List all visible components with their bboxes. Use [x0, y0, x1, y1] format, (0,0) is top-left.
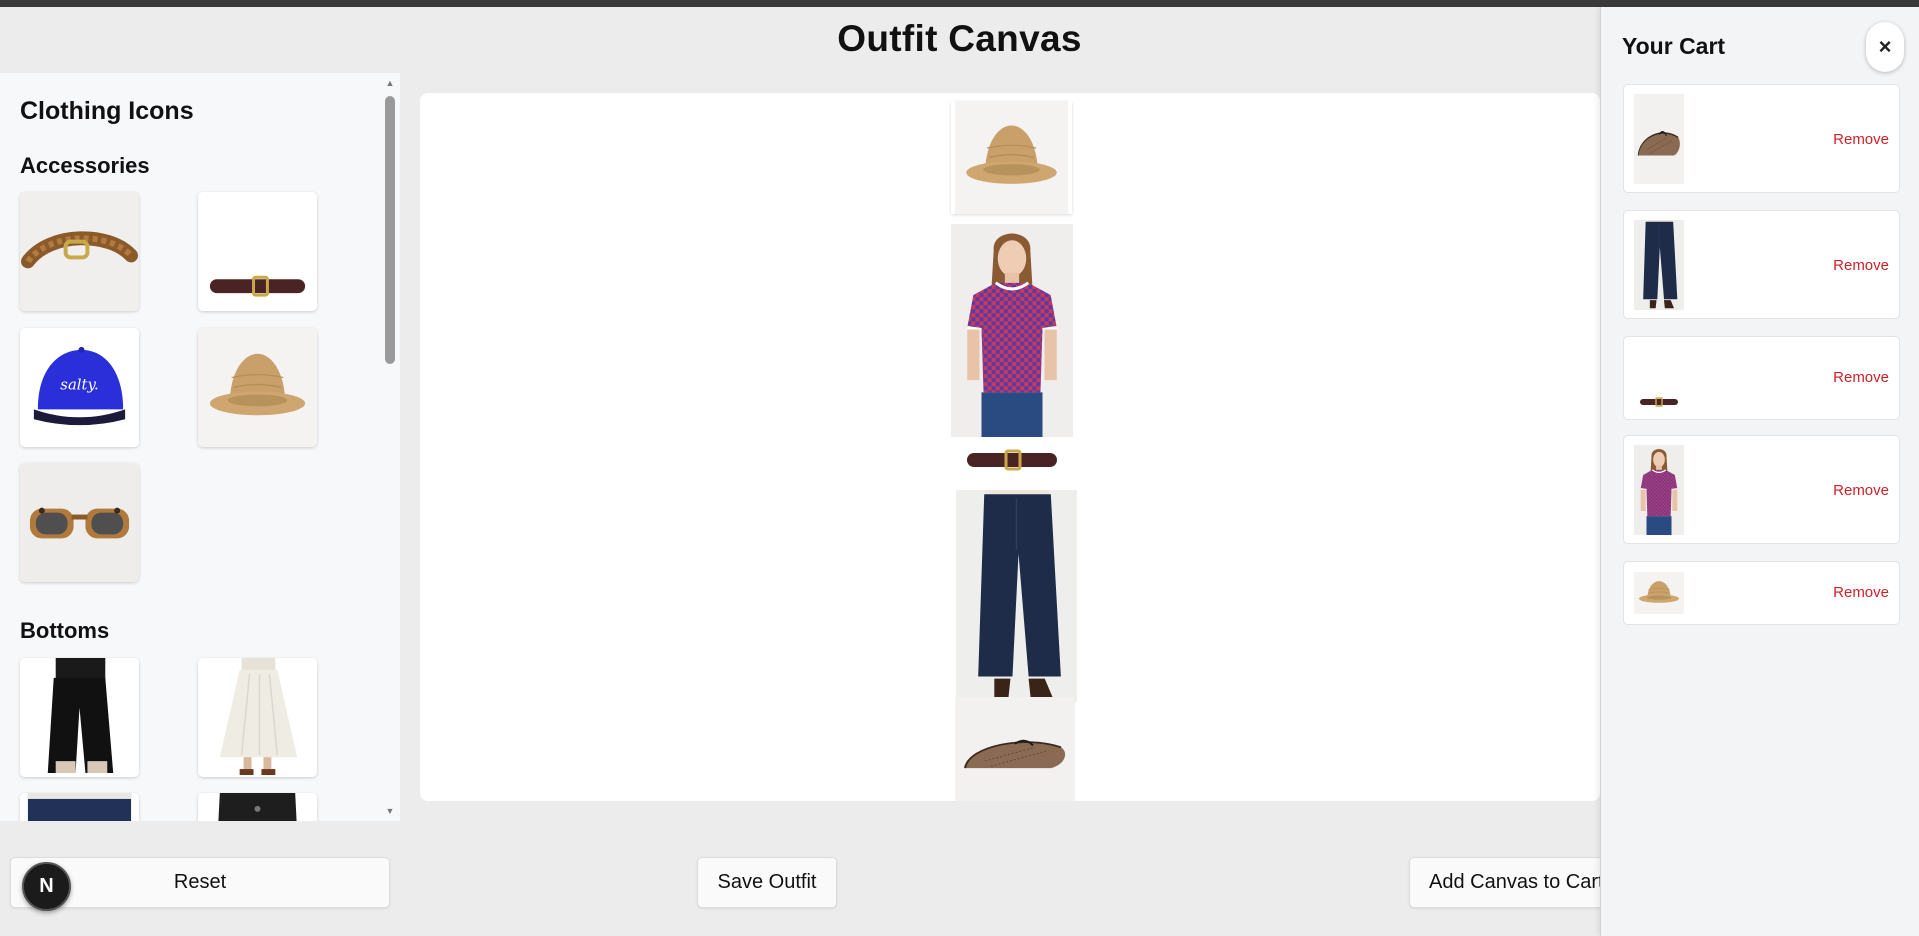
jeans-icon[interactable]: [20, 793, 139, 821]
scroll-up-arrow-icon[interactable]: ▲: [383, 78, 397, 88]
canvas-piece-wide-leg-jeans[interactable]: [956, 490, 1077, 702]
clothing-palette: Clothing Icons Accessories Bottoms: [0, 73, 400, 821]
braided-belt-icon[interactable]: [20, 192, 139, 311]
canvas-piece-mesh-flats[interactable]: [955, 697, 1075, 801]
remove-button[interactable]: Remove: [1833, 482, 1889, 499]
cart-item: Remove: [1623, 336, 1900, 420]
cart-item: Remove: [1623, 561, 1900, 625]
black-trousers-icon[interactable]: [20, 658, 139, 777]
mesh-flats-icon: [1634, 94, 1684, 184]
cart-title: Your Cart: [1622, 33, 1726, 59]
outfit-canvas[interactable]: [420, 93, 1600, 801]
cart-item: Remove: [1623, 210, 1900, 319]
palette-title: Clothing Icons: [20, 97, 194, 125]
scroll-down-arrow-icon[interactable]: ▼: [383, 806, 397, 816]
remove-button[interactable]: Remove: [1833, 257, 1889, 274]
canvas-piece-straw-hat[interactable]: [951, 101, 1072, 214]
palette-scroll-thumb[interactable]: [385, 96, 395, 364]
save-outfit-button[interactable]: Save Outfit: [697, 857, 837, 908]
wide-leg-jeans-icon: [1634, 220, 1684, 310]
sunglasses-icon[interactable]: [20, 463, 139, 582]
straw-hat-icon[interactable]: [198, 328, 317, 447]
canvas-piece-leather-belt[interactable]: [951, 437, 1073, 483]
cart-item: Remove: [1623, 435, 1900, 544]
dark-skirt-icon[interactable]: [198, 793, 317, 821]
remove-button[interactable]: Remove: [1833, 584, 1889, 601]
leather-belt-icon: [1634, 345, 1684, 413]
striped-tshirt-icon: [1634, 445, 1684, 535]
category-title-accessories: Accessories: [20, 153, 150, 178]
remove-button[interactable]: Remove: [1833, 369, 1889, 386]
top-bar: [0, 0, 1919, 7]
remove-button[interactable]: Remove: [1833, 131, 1889, 148]
next-logo-badge[interactable]: N: [22, 862, 71, 911]
leather-belt-icon[interactable]: [198, 192, 317, 311]
category-title-bottoms: Bottoms: [20, 618, 110, 643]
close-cart-button[interactable]: ×: [1866, 22, 1904, 72]
canvas-piece-striped-tshirt[interactable]: [951, 224, 1073, 437]
straw-hat-icon: [1634, 572, 1684, 614]
cart-item: Remove: [1623, 84, 1900, 193]
cart-drawer: Your Cart × Remove Remove Remove Remove …: [1600, 7, 1919, 936]
white-skirt-icon[interactable]: [198, 658, 317, 777]
blue-cap-icon[interactable]: [20, 328, 139, 447]
